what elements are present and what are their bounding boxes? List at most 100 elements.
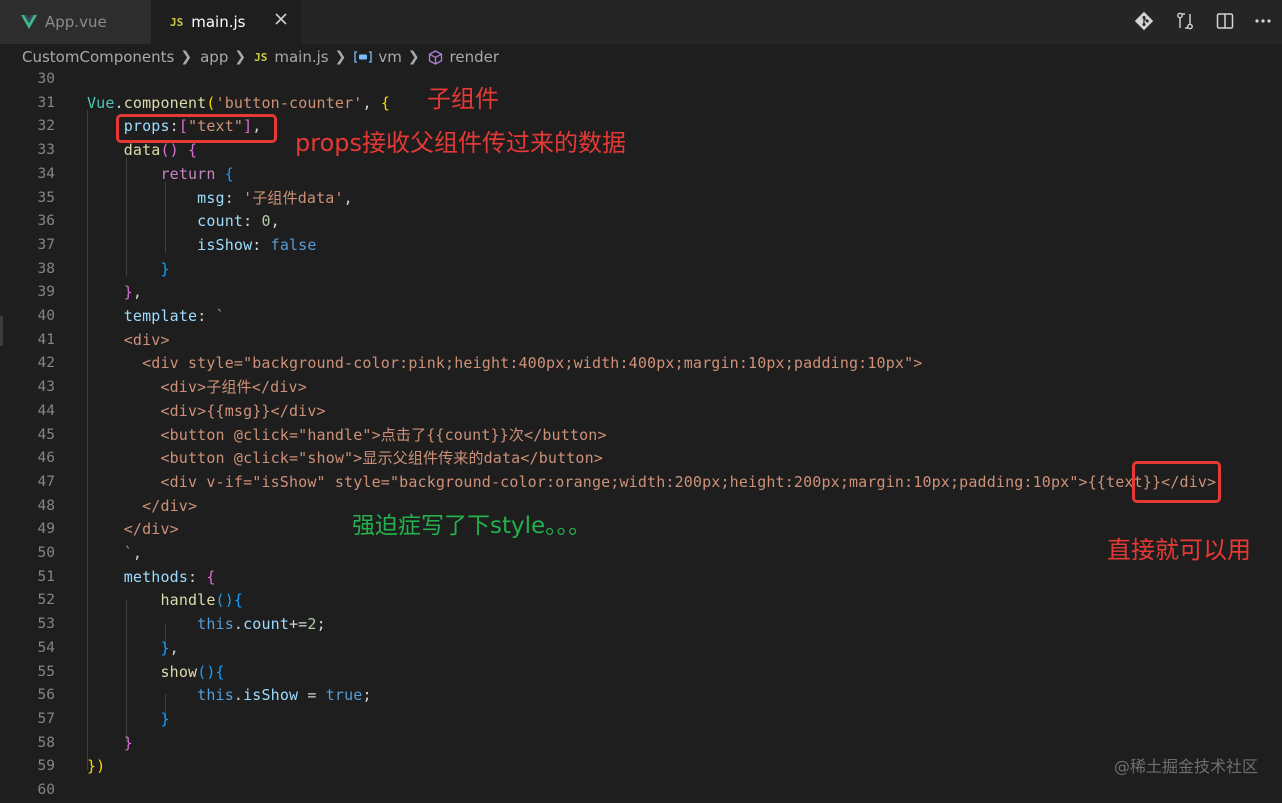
code-line[interactable]: 31 Vue.component('button-counter', { [0, 92, 1282, 116]
code-line[interactable]: 50 `, [0, 542, 1282, 566]
code-line[interactable]: 35 msg: '子组件data', [0, 187, 1282, 211]
code-token: += [289, 615, 308, 634]
code-line[interactable]: 34 return { [0, 163, 1282, 187]
code-token: (){ [197, 662, 225, 681]
code-line[interactable]: 58 } [0, 732, 1282, 756]
chevron-right-icon: ❯ [234, 49, 247, 65]
code-line[interactable]: 42 <div style="background-color:pink;hei… [0, 352, 1282, 376]
code-token: </div> [87, 520, 179, 539]
tab-label: main.js [191, 13, 246, 31]
code-token: ( [206, 93, 216, 112]
code-token: this [197, 615, 234, 634]
vue-icon [21, 15, 37, 29]
code-token: ` [215, 307, 225, 325]
code-token: { [188, 141, 198, 160]
code-line[interactable]: 40 template: ` [0, 305, 1282, 329]
annotation-direct-use: 直接就可以用 [1107, 536, 1251, 564]
breadcrumb-item-file[interactable]: main.js [274, 48, 328, 66]
code-text: handle(){ [87, 589, 243, 613]
code-token: ; [316, 615, 326, 634]
split-editor-icon[interactable] [1215, 11, 1235, 31]
code-token: show [160, 662, 198, 681]
code-line[interactable]: 38 } [0, 258, 1282, 282]
line-number: 30 [37, 71, 55, 87]
chevron-right-icon: ❯ [180, 49, 193, 65]
line-number: 33 [37, 142, 55, 159]
tab-app-vue[interactable]: App.vue [0, 0, 151, 44]
line-number: 55 [37, 663, 55, 680]
code-line[interactable]: 41 <div> [0, 329, 1282, 353]
line-number: 50 [37, 545, 55, 561]
code-line[interactable]: 57 } [0, 708, 1282, 732]
code-text: <div> [87, 329, 170, 353]
code-line[interactable]: 39 }, [0, 281, 1282, 305]
code-token: true [325, 686, 363, 705]
line-number: 43 [37, 379, 55, 396]
code-line[interactable]: 36 count: 0, [0, 210, 1282, 234]
chevron-right-icon: ❯ [334, 49, 347, 65]
line-number: 42 [37, 355, 55, 372]
code-text: <button @click="handle">点击了{{count}}次</b… [87, 424, 607, 448]
code-text: </div> [87, 518, 179, 542]
code-token: count [243, 615, 289, 634]
code-token: : [252, 235, 271, 254]
code-line[interactable]: 48 </div> [0, 495, 1282, 519]
code-line[interactable]: 60 [0, 779, 1282, 803]
code-line[interactable]: 37 isShow: false [0, 234, 1282, 258]
code-editor[interactable]: 30 31 Vue.component('button-counter', {32 … [0, 70, 1282, 801]
code-token: false [270, 235, 317, 254]
code-text: <button @click="show">显示父组件传来的data</butt… [87, 447, 603, 471]
code-line[interactable]: 54 }, [0, 637, 1282, 661]
code-line[interactable]: 43 <div>子组件</div> [0, 376, 1282, 400]
breadcrumb-item-folder[interactable]: CustomComponents [22, 48, 174, 66]
line-number: 34 [37, 165, 55, 182]
code-token: () [160, 141, 179, 160]
line-number: 51 [37, 568, 55, 585]
tab-main-js[interactable]: JS main.js [151, 0, 302, 44]
code-token: <div v-if="isShow" style="background-col… [87, 472, 1217, 491]
chevron-right-icon: ❯ [407, 49, 420, 65]
breadcrumb-item-symbol[interactable]: render [450, 48, 500, 66]
code-token: } [123, 283, 133, 302]
code-token: { [206, 567, 216, 586]
code-line[interactable]: 52 handle(){ [0, 589, 1282, 613]
code-token: isShow [243, 686, 299, 705]
code-token: } [123, 733, 133, 752]
code-line[interactable]: 47 <div v-if="isShow" style="background-… [0, 471, 1282, 495]
code-line[interactable]: 46 <button @click="show">显示父组件传来的data</b… [0, 447, 1282, 471]
code-line[interactable]: 44 <div>{{msg}}</div> [0, 400, 1282, 424]
line-number: 46 [37, 450, 55, 467]
code-line[interactable]: 55 show(){ [0, 661, 1282, 685]
compare-changes-icon[interactable] [1175, 11, 1195, 31]
breadcrumb-item-symbol[interactable]: vm [378, 48, 402, 66]
code-token: template [123, 307, 198, 325]
line-number: 41 [37, 331, 55, 348]
code-line[interactable]: 45 <button @click="handle">点击了{{count}}次… [0, 424, 1282, 448]
more-actions-icon[interactable] [1253, 11, 1273, 31]
line-number: 59 [37, 758, 55, 775]
annotation-style-note: 强迫症写了下style。。。 [352, 513, 592, 539]
close-icon[interactable] [274, 12, 288, 26]
code-token: { [380, 93, 391, 112]
line-number: 40 [37, 308, 55, 324]
code-text: return { [87, 163, 234, 187]
git-icon[interactable] [1134, 11, 1154, 31]
code-token: this [197, 686, 234, 705]
code-line[interactable]: 30 [0, 68, 1282, 92]
breadcrumb-item-folder[interactable]: app [200, 48, 228, 66]
code-line[interactable]: 51 methods: { [0, 566, 1282, 590]
code-line[interactable]: 56 this.isShow = true; [0, 684, 1282, 708]
tab-label: App.vue [45, 13, 107, 31]
code-line[interactable]: 59}) [0, 755, 1282, 779]
code-line[interactable]: 53 this.count+=2; [0, 613, 1282, 637]
code-line[interactable]: 49 </div> [0, 518, 1282, 542]
code-token: (){ [215, 591, 244, 610]
